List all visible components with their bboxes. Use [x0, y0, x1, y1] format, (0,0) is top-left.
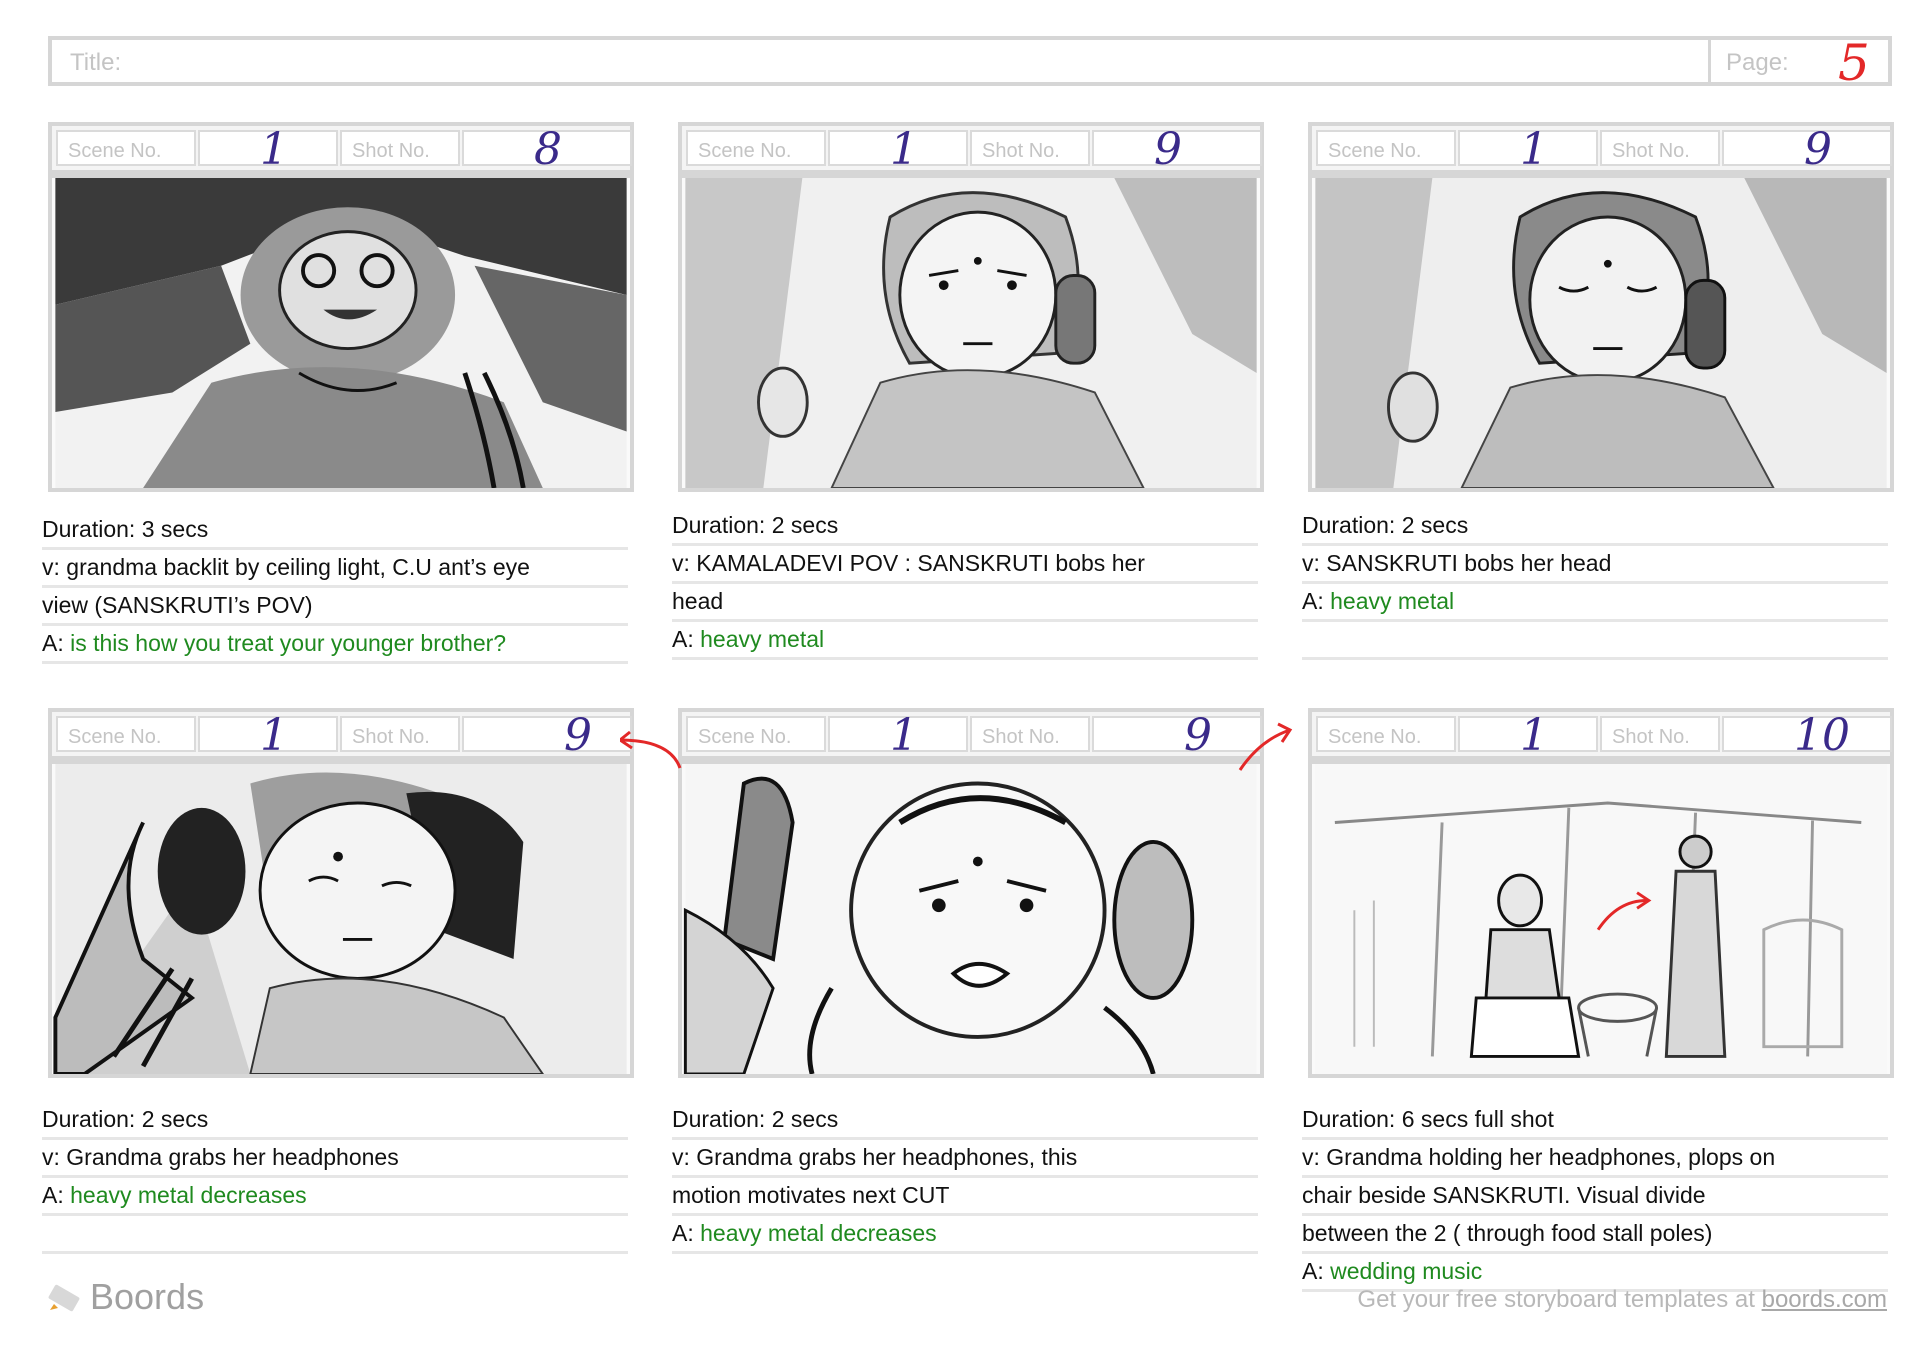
visual-line: between the 2 ( through food stall poles…: [1302, 1216, 1888, 1254]
audio-prefix: A:: [1302, 1258, 1331, 1284]
audio-prefix: A:: [672, 626, 701, 652]
blank-line: [1302, 622, 1888, 660]
audio-line: A: is this how you treat your younger br…: [42, 626, 628, 664]
page-label: Page:: [1726, 49, 1789, 76]
shot-number: 9: [1154, 124, 1182, 175]
sketch-frame: [678, 174, 1264, 492]
duration-line: Duration: 2 secs: [42, 1102, 628, 1140]
visual-line: head: [672, 584, 1258, 622]
scene-number: 1: [260, 710, 288, 761]
scene-label: Scene No.: [1328, 726, 1422, 748]
shot-label: Shot No.: [352, 726, 430, 748]
shot-number: 9: [1804, 124, 1832, 175]
blank-line: [42, 1216, 628, 1254]
shot-description: Duration: 6 secs full shot v: Grandma ho…: [1302, 1102, 1888, 1292]
title-field[interactable]: Title:: [52, 40, 1711, 82]
duration-line: Duration: 2 secs: [672, 508, 1258, 546]
shot-info-bar: Scene No. 1 Shot No. 8: [48, 122, 634, 175]
audio-text: is this how you treat your younger broth…: [70, 630, 507, 656]
audio-line: A: heavy metal: [672, 622, 1258, 660]
duration-line: Duration: 2 secs: [672, 1102, 1258, 1140]
shot-number: 8: [534, 124, 562, 175]
scene-label: Scene No.: [1328, 140, 1422, 162]
shot-label: Shot No.: [1612, 726, 1690, 748]
brand-name: Boords: [90, 1276, 205, 1317]
footer-note: Get your free storyboard templates at bo…: [1357, 1286, 1887, 1314]
scene-label: Scene No.: [68, 140, 162, 162]
sketch-grandma-backlit: [55, 178, 627, 488]
shot-label: Shot No.: [1612, 140, 1690, 162]
scene-label: Scene No.: [68, 726, 162, 748]
audio-prefix: A:: [42, 1182, 71, 1208]
duration-line: Duration: 2 secs: [1302, 508, 1888, 546]
audio-text: heavy metal: [1330, 588, 1455, 614]
sketch-girl-eyes-closed: [1315, 178, 1887, 488]
title-label: Title:: [70, 49, 122, 76]
footer-text: Get your free storyboard templates at: [1357, 1286, 1762, 1313]
scene-number: 1: [1520, 124, 1548, 175]
audio-line: A: heavy metal: [1302, 584, 1888, 622]
shot-info-bar: Scene No. 1 Shot No. 9: [678, 122, 1264, 175]
sketch-frame: [48, 760, 634, 1078]
visual-line: view (SANSKRUTI’s POV): [42, 588, 628, 626]
audio-line: A: heavy metal decreases: [672, 1216, 1258, 1254]
audio-prefix: A:: [1302, 588, 1331, 614]
audio-text: wedding music: [1330, 1258, 1483, 1284]
shot-info-bar: Scene No. 1 Shot No. 9: [1308, 122, 1894, 175]
visual-line: v: SANSKRUTI bobs her head: [1302, 546, 1888, 584]
sketch-girl-bobbing-head: [685, 178, 1257, 488]
shot-description: Duration: 2 secs v: SANSKRUTI bobs her h…: [1302, 508, 1888, 660]
page-number: 5: [1838, 34, 1870, 92]
cut-motion-arrows: [620, 722, 1293, 771]
audio-text: heavy metal decreases: [700, 1220, 937, 1246]
visual-line: v: Grandma grabs her headphones: [42, 1140, 628, 1178]
audio-text: heavy metal: [700, 626, 825, 652]
pencil-icon: [48, 1282, 82, 1312]
shot-info-bar: Scene No. 1 Shot No. 9: [48, 708, 634, 761]
shot-description: Duration: 2 secs v: KAMALADEVI POV : SAN…: [672, 508, 1258, 660]
duration-line: Duration: 6 secs full shot: [1302, 1102, 1888, 1140]
visual-line: v: Grandma grabs her headphones, this: [672, 1140, 1258, 1178]
visual-line: chair beside SANSKRUTI. Visual divide: [1302, 1178, 1888, 1216]
visual-line: v: KAMALADEVI POV : SANSKRUTI bobs her: [672, 546, 1258, 584]
shot-number: 9: [564, 710, 592, 761]
shot-description: Duration: 3 secs v: grandma backlit by c…: [42, 512, 628, 664]
sketch-grandma-grabs-headphones: [53, 764, 627, 1074]
storyboard-header: Title: Page: 5: [48, 34, 1892, 92]
sketch-food-stall-wide-shot: [1315, 764, 1887, 1074]
scene-number: 1: [260, 124, 288, 175]
visual-line: motion motivates next CUT: [672, 1178, 1258, 1216]
shot-number: 10: [1794, 710, 1850, 761]
visual-line: v: Grandma holding her headphones, plops…: [1302, 1140, 1888, 1178]
sketch-frame: [1308, 760, 1894, 1078]
scene-number: 1: [1520, 710, 1548, 761]
shot-info-bar: Scene No. 1 Shot No. 10: [1308, 708, 1894, 761]
shot-label: Shot No.: [352, 140, 430, 162]
shot-description: Duration: 2 secs v: Grandma grabs her he…: [672, 1102, 1258, 1254]
visual-line: v: grandma backlit by ceiling light, C.U…: [42, 550, 628, 588]
scene-number: 1: [890, 124, 918, 175]
shot-label: Shot No.: [982, 140, 1060, 162]
boords-logo: Boords: [48, 1276, 204, 1318]
audio-prefix: A:: [672, 1220, 701, 1246]
boords-link[interactable]: boords.com: [1762, 1286, 1887, 1313]
scene-label: Scene No.: [698, 140, 792, 162]
duration-line: Duration: 3 secs: [42, 512, 628, 550]
sketch-frame: [48, 174, 634, 492]
shot-description: Duration: 2 secs v: Grandma grabs her he…: [42, 1102, 628, 1254]
audio-prefix: A:: [42, 630, 71, 656]
audio-line: A: heavy metal decreases: [42, 1178, 628, 1216]
sketch-frame: [1308, 174, 1894, 492]
audio-text: heavy metal decreases: [70, 1182, 307, 1208]
